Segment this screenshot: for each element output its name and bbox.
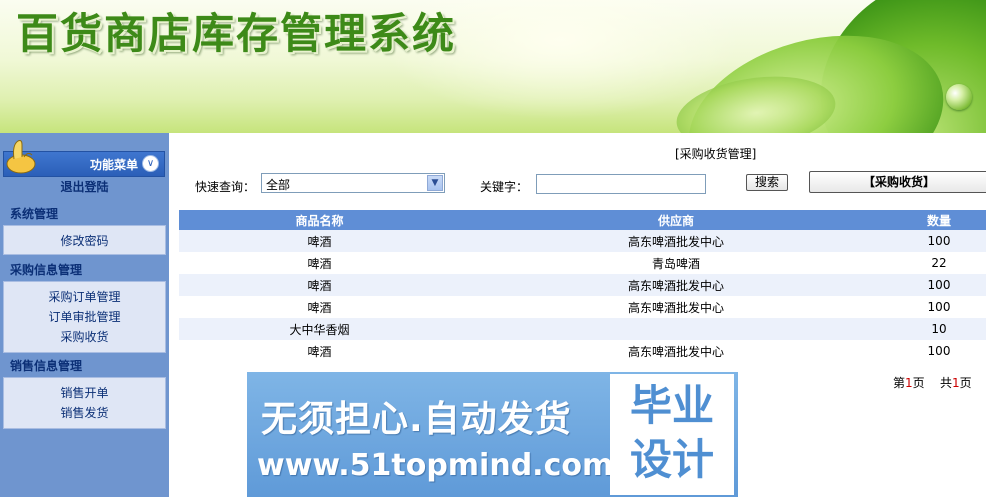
table-row[interactable]: 啤酒 高东啤酒批发中心 100: [179, 340, 986, 362]
water-drop-icon: [946, 84, 972, 110]
table-header-row: 商品名称 供应商 数量: [179, 210, 986, 230]
cell-supplier: 高东啤酒批发中心: [460, 340, 892, 362]
column-header-quantity: 数量: [892, 210, 986, 230]
sidebar: 功能菜单 ∨ 退出登陆 系统管理 修改密码 采购信息管理 采购订单管理 订单审批…: [0, 133, 169, 497]
sidebar-item-order-approval[interactable]: 订单审批管理: [4, 307, 165, 327]
receipt-table: 商品名称 供应商 数量 啤酒 高东啤酒批发中心 100 啤酒 青岛啤酒 22 啤…: [179, 210, 986, 362]
column-header-product: 商品名称: [179, 210, 460, 230]
dropdown-arrow-icon[interactable]: ▼: [427, 175, 443, 191]
table-row[interactable]: 啤酒 青岛啤酒 22: [179, 252, 986, 274]
app-title: 百货商店库存管理系统: [16, 9, 457, 58]
pagination: 第1页 共1页: [893, 374, 972, 391]
cell-quantity: 100: [892, 230, 986, 252]
section-title-system: 系统管理: [10, 207, 59, 221]
section-box-sales: 销售开单 销售发货: [3, 377, 166, 429]
page-title: [采购收货管理]: [675, 147, 757, 161]
watermark-badge-line1: 毕业: [629, 381, 714, 430]
quick-query-value: 全部: [266, 178, 291, 192]
watermark-badge: 毕业 设计: [610, 374, 734, 495]
cell-supplier: 高东啤酒批发中心: [460, 274, 892, 296]
section-title-sales: 销售信息管理: [10, 359, 83, 373]
sidebar-item-sales-delivery[interactable]: 销售发货: [4, 403, 165, 423]
pager-page-prefix: 第: [893, 376, 906, 390]
cell-product: 啤酒: [179, 230, 460, 252]
cell-product: 啤酒: [179, 252, 460, 274]
table-row[interactable]: 啤酒 高东啤酒批发中心 100: [179, 296, 986, 318]
table-row[interactable]: 大中华香烟 10: [179, 318, 986, 340]
cell-product: 大中华香烟: [179, 318, 460, 340]
cell-supplier: 高东啤酒批发中心: [460, 230, 892, 252]
table-row[interactable]: 啤酒 高东啤酒批发中心 100: [179, 230, 986, 252]
cell-quantity: 10: [892, 318, 986, 340]
chevron-down-icon[interactable]: ∨: [142, 155, 159, 172]
cell-supplier: 青岛啤酒: [460, 252, 892, 274]
cell-quantity: 22: [892, 252, 986, 274]
keyword-input[interactable]: [536, 174, 706, 194]
search-button[interactable]: 搜索: [746, 174, 788, 191]
sidebar-item-purchase-receipt[interactable]: 采购收货: [4, 327, 165, 347]
cell-supplier: [460, 318, 892, 340]
watermark-badge-line2: 设计: [629, 435, 714, 484]
hand-pointer-icon: [6, 140, 36, 174]
pager-total-suffix: 页: [959, 376, 972, 390]
section-title-purchase: 采购信息管理: [10, 263, 83, 277]
pager-page-suffix: 页: [912, 376, 925, 390]
purchase-receive-button[interactable]: 【采购收货】: [809, 171, 986, 193]
watermark-banner: 无须担心.自动发货 www.51topmind.com 毕业 设计: [247, 372, 738, 497]
logout-link[interactable]: 退出登陆: [0, 178, 169, 195]
cell-quantity: 100: [892, 296, 986, 318]
quick-query-label: 快速查询：: [195, 180, 256, 194]
cell-quantity: 100: [892, 340, 986, 362]
pager-total-prefix: 共: [939, 376, 952, 390]
keyword-label: 关键字：: [480, 180, 529, 194]
sidebar-item-change-password[interactable]: 修改密码: [4, 231, 165, 251]
section-box-system: 修改密码: [3, 225, 166, 255]
pager-page-number[interactable]: 1: [905, 376, 913, 390]
cell-product: 啤酒: [179, 296, 460, 318]
cell-product: 啤酒: [179, 340, 460, 362]
cell-supplier: 高东啤酒批发中心: [460, 296, 892, 318]
table-row[interactable]: 啤酒 高东啤酒批发中心 100: [179, 274, 986, 296]
menu-title: 功能菜单: [89, 158, 138, 172]
header-banner: 百货商店库存管理系统: [0, 0, 986, 133]
quick-query-select[interactable]: 全部 ▼: [261, 173, 445, 193]
sidebar-item-sales-order[interactable]: 销售开单: [4, 383, 165, 403]
cell-product: 啤酒: [179, 274, 460, 296]
column-header-supplier: 供应商: [460, 210, 892, 230]
watermark-url: www.51topmind.com: [257, 448, 614, 483]
watermark-line1: 无须担心.自动发货: [261, 399, 572, 440]
sidebar-item-purchase-orders[interactable]: 采购订单管理: [4, 287, 165, 307]
section-box-purchase: 采购订单管理 订单审批管理 采购收货: [3, 281, 166, 353]
cell-quantity: 100: [892, 274, 986, 296]
pager-total-number: 1: [951, 376, 960, 390]
